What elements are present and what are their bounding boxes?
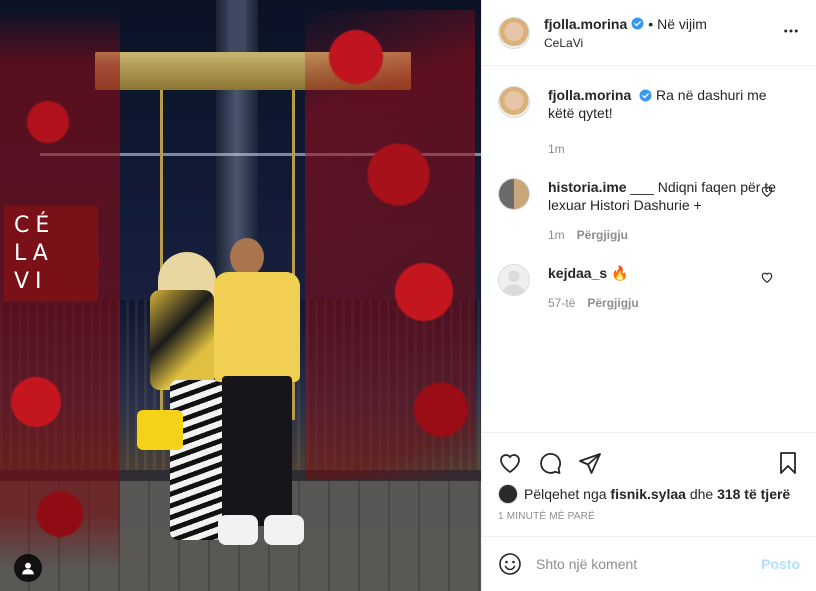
reply-button[interactable]: Përgjigju — [577, 228, 628, 242]
caption-username[interactable]: fjolla.morina — [548, 87, 631, 103]
likes-prefix: Pëlqehet nga — [524, 486, 607, 502]
add-comment-bar: Posto — [482, 537, 816, 591]
sneaker-left — [218, 515, 258, 545]
instagram-post: CÉ LA VI fjolla.morina • Në vijim CeLaVi… — [0, 0, 816, 591]
following-button[interactable]: Në vijim — [657, 16, 707, 32]
comment-username[interactable]: kejdaa_s — [548, 265, 607, 281]
celavi-sign: CÉ LA VI — [4, 206, 98, 302]
heart-icon[interactable] — [498, 451, 522, 475]
author-avatar[interactable] — [498, 16, 530, 49]
caption: fjolla.morina Ra në dashuri me këtë qyte… — [498, 86, 800, 156]
comment-time[interactable]: 1m — [548, 228, 565, 242]
default-avatar-icon — [502, 270, 526, 295]
reply-button[interactable]: Përgjigju — [587, 296, 638, 310]
sneaker-right — [264, 515, 304, 545]
commenter-avatar[interactable] — [498, 264, 530, 296]
post-actions — [482, 433, 816, 483]
skyscraper-spire — [228, 0, 246, 60]
liker-username[interactable]: fisnik.sylaa — [610, 486, 686, 502]
post-header: fjolla.morina • Në vijim CeLaVi — [482, 0, 816, 66]
location-link[interactable]: CeLaVi — [544, 36, 707, 50]
comment-icon[interactable] — [538, 451, 562, 475]
man-figure-head — [230, 238, 264, 276]
likes-summary: Pëlqehet nga fisnik.sylaa dhe 318 të tje… — [482, 483, 816, 505]
share-icon[interactable] — [578, 451, 602, 475]
comments-list[interactable]: fjolla.morina Ra në dashuri me këtë qyte… — [482, 66, 816, 433]
liker-avatar[interactable] — [498, 484, 518, 504]
comment-item: kejdaa_s 🔥 57-të Përgjigju — [498, 264, 800, 310]
verified-badge-icon — [631, 17, 644, 30]
like-comment-icon[interactable] — [760, 184, 774, 198]
caption-author-avatar[interactable] — [498, 86, 530, 118]
post-timestamp[interactable]: 1 minutë më parë — [482, 505, 816, 537]
caption-time[interactable]: 1m — [548, 142, 565, 156]
man-figure-legs — [222, 376, 292, 526]
more-options-icon[interactable] — [782, 22, 800, 40]
like-comment-icon[interactable] — [760, 270, 774, 284]
author-username[interactable]: fjolla.morina — [544, 16, 627, 32]
header-separator: • — [648, 15, 654, 32]
emoji-icon[interactable] — [498, 552, 522, 576]
red-flowers-right — [305, 10, 475, 480]
comment-text: 🔥 — [611, 265, 629, 281]
commenter-avatar[interactable] — [498, 178, 530, 210]
likes-joiner: dhe — [689, 486, 714, 502]
tagged-users-button[interactable] — [14, 554, 42, 582]
person-icon — [22, 562, 34, 575]
comment-item: historia.ime ___ Ndiqni faqen për te lex… — [498, 178, 800, 242]
post-comment-button[interactable]: Posto — [761, 556, 800, 572]
bookmark-icon[interactable] — [776, 451, 800, 475]
sign-line: VI — [14, 269, 48, 294]
comment-username[interactable]: historia.ime — [548, 179, 627, 195]
woman-figure-legs — [170, 380, 222, 540]
sign-line: CÉ — [14, 213, 56, 238]
author-info: fjolla.morina • Në vijim CeLaVi — [544, 16, 707, 50]
sign-line: LA — [14, 241, 54, 266]
likes-others-link[interactable]: 318 të tjerë — [717, 486, 790, 502]
yellow-handbag — [137, 410, 183, 450]
man-figure — [214, 272, 300, 382]
verified-badge-icon — [639, 89, 652, 102]
post-side-panel: fjolla.morina • Në vijim CeLaVi fjolla.m… — [481, 0, 816, 591]
woman-figure — [150, 290, 214, 390]
comment-input[interactable] — [536, 556, 762, 572]
post-photo[interactable]: CÉ LA VI — [0, 0, 481, 591]
comment-time[interactable]: 57-të — [548, 296, 575, 310]
